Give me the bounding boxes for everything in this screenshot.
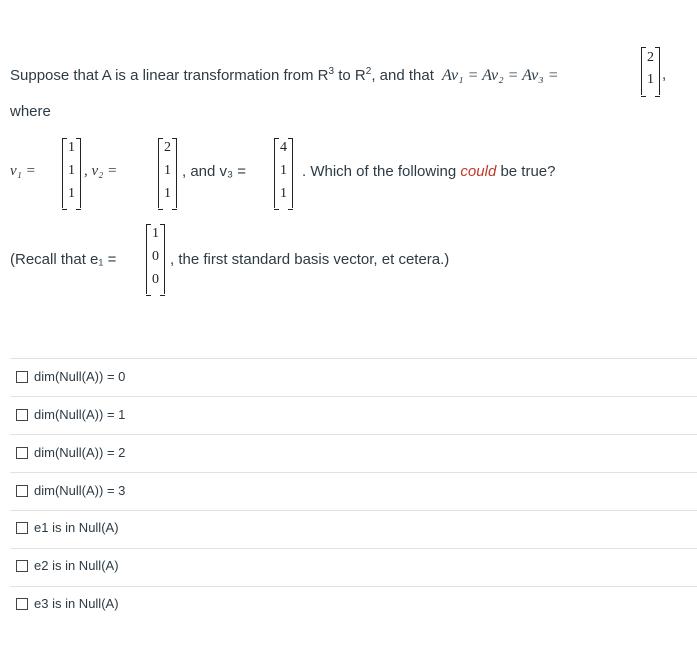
checkbox[interactable]	[16, 521, 28, 534]
question-after: be true?	[496, 163, 556, 180]
v1-entry: 1	[68, 163, 75, 178]
problem-statement: Suppose that A is a linear transformatio…	[10, 66, 559, 85]
v2-vector: 2 1 1	[158, 138, 177, 210]
option-e3-in-null[interactable]: e3 is in Null(A)	[16, 596, 119, 611]
option-dim-null-1[interactable]: dim(Null(A)) = 1	[16, 407, 125, 422]
v1-entry: 1	[68, 140, 75, 155]
option-label: dim(Null(A)) = 0	[34, 369, 126, 384]
divider	[10, 586, 697, 587]
option-label: e3 is in Null(A)	[34, 596, 119, 611]
checkbox[interactable]	[16, 370, 28, 383]
checkbox[interactable]	[16, 484, 28, 497]
question-before: . Which of the following	[302, 163, 461, 180]
v2-entry: 2	[164, 140, 171, 155]
divider	[10, 434, 697, 435]
v3-prefix: , and v₃ =	[182, 163, 246, 180]
intro-text-before: Suppose that A is a linear transformatio…	[10, 67, 329, 84]
where-label: where	[10, 103, 51, 120]
e1-entry: 0	[152, 272, 159, 287]
e1-entry: 0	[152, 249, 159, 264]
option-label: dim(Null(A)) = 1	[34, 407, 126, 422]
e1-vector: 1 0 0	[146, 224, 165, 296]
result-vector: 2 1	[641, 47, 660, 97]
question-emphasis: could	[460, 163, 497, 180]
v2-label: , v₂ =	[84, 163, 118, 179]
option-dim-null-3[interactable]: dim(Null(A)) = 3	[16, 483, 125, 498]
intro-text-after: , and that	[371, 67, 434, 84]
checkbox[interactable]	[16, 446, 28, 459]
v1-entry: 1	[68, 186, 75, 201]
option-dim-null-2[interactable]: dim(Null(A)) = 2	[16, 445, 125, 460]
option-label: e2 is in Null(A)	[34, 558, 119, 573]
v3-entry: 4	[280, 140, 287, 155]
divider	[10, 510, 697, 511]
option-e1-in-null[interactable]: e1 is in Null(A)	[16, 520, 119, 535]
option-e2-in-null[interactable]: e2 is in Null(A)	[16, 558, 119, 573]
divider	[10, 358, 697, 359]
recall-prefix: (Recall that e₁ =	[10, 251, 117, 268]
v3-vector: 4 1 1	[274, 138, 293, 210]
divider	[10, 548, 697, 549]
checkbox[interactable]	[16, 597, 28, 610]
divider	[10, 472, 697, 473]
v3-prefix-text: , and v₃ =	[182, 163, 247, 180]
question-text: . Which of the following could be true?	[302, 163, 556, 180]
trailing-comma: ,	[662, 66, 667, 83]
v1-vector: 1 1 1	[62, 138, 81, 210]
e1-entry: 1	[152, 226, 159, 241]
v2-entry: 1	[164, 163, 171, 178]
result-vector-entry: 2	[647, 50, 654, 65]
divider	[10, 396, 697, 397]
intro-text-mid: to R	[334, 67, 366, 84]
option-label: dim(Null(A)) = 2	[34, 445, 126, 460]
v3-entry: 1	[280, 186, 287, 201]
v2-entry: 1	[164, 186, 171, 201]
recall-suffix: , the first standard basis vector, et ce…	[170, 251, 450, 268]
option-label: e1 is in Null(A)	[34, 520, 119, 535]
equation-av: Av₁ = Av₂ = Av₃ =	[442, 67, 559, 84]
option-dim-null-0[interactable]: dim(Null(A)) = 0	[16, 369, 125, 384]
option-label: dim(Null(A)) = 3	[34, 483, 126, 498]
checkbox[interactable]	[16, 408, 28, 421]
v3-entry: 1	[280, 163, 287, 178]
checkbox[interactable]	[16, 559, 28, 572]
result-vector-entry: 1	[647, 72, 654, 87]
v1-label: v₁ =	[10, 163, 36, 179]
